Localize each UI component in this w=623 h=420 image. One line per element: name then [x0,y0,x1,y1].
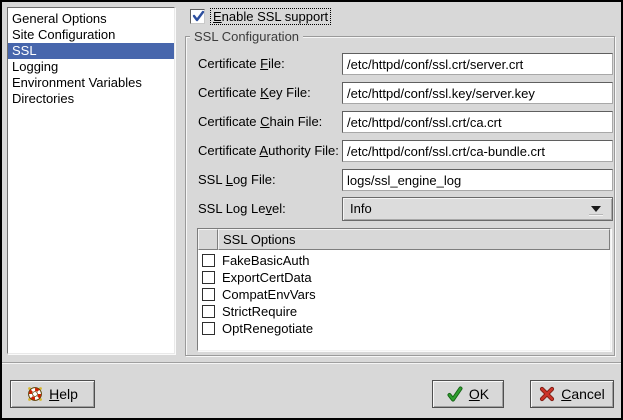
strictrequire-checkbox[interactable] [202,305,215,318]
sidebar-item-general-options[interactable]: General Options [8,11,174,27]
x-icon [539,386,555,402]
enable-ssl-row: Enable SSL support [190,8,331,25]
ssl-log-file-input[interactable] [342,169,613,191]
sidebar-item-ssl[interactable]: SSL [8,43,174,59]
sidebar-item-environment-variables[interactable]: Environment Variables [8,75,174,91]
enable-ssl-label[interactable]: Enable SSL support [210,8,331,25]
help-button-label: Help [49,386,78,402]
ssl-log-level-label: SSL Log Level: [198,201,286,217]
bottom-separator [2,362,621,364]
fakebasicauth-checkbox[interactable] [202,254,215,267]
ssl-options-table: SSL Options FakeBasicAuth ExportCertData… [197,228,611,351]
certificate-file-label: Certificate File: [198,56,285,72]
table-row[interactable]: FakeBasicAuth [198,252,610,269]
certificate-file-input[interactable] [342,53,613,75]
certificate-key-file-label: Certificate Key File: [198,85,311,101]
enable-ssl-checkbox[interactable] [190,9,205,24]
table-body: FakeBasicAuth ExportCertData CompatEnvVa… [198,250,610,337]
table-row[interactable]: StrictRequire [198,303,610,320]
checkmark-icon [191,9,206,24]
table-row[interactable]: OptRenegotiate [198,320,610,337]
cancel-button[interactable]: Cancel [530,380,614,408]
sidebar-item-logging[interactable]: Logging [8,59,174,75]
optrenegotiate-checkbox[interactable] [202,322,215,335]
ssl-log-file-label: SSL Log File: [198,172,276,188]
frame-title: SSL Configuration [190,29,303,44]
ssl-options-column-header[interactable]: SSL Options [218,229,610,250]
help-button[interactable]: Help [10,380,95,408]
certificate-authority-file-label: Certificate Authority File: [198,143,339,159]
sidebar-item-directories[interactable]: Directories [8,91,174,107]
ssl-log-level-dropdown[interactable]: Info [342,197,613,221]
dropdown-indicator-bar [589,214,603,216]
checkbox-column-header[interactable] [198,229,218,250]
certificate-chain-file-input[interactable] [342,111,613,133]
certificate-authority-file-input[interactable] [342,140,613,162]
ok-button[interactable]: OK [432,380,504,408]
cancel-button-label: Cancel [561,386,605,402]
certificate-chain-file-label: Certificate Chain File: [198,114,322,130]
lifebuoy-icon [27,386,43,402]
table-row[interactable]: CompatEnvVars [198,286,610,303]
table-row[interactable]: ExportCertData [198,269,610,286]
sidebar-item-site-configuration[interactable]: Site Configuration [8,27,174,43]
httpd-config-dialog: General Options Site Configuration SSL L… [0,0,623,420]
exportcertdata-checkbox[interactable] [202,271,215,284]
ssl-log-level-value: Info [350,201,372,216]
ssl-configuration-frame: SSL Configuration Certificate File: Cert… [185,36,615,356]
certificate-key-file-input[interactable] [342,82,613,104]
ok-button-label: OK [469,386,489,402]
check-icon [447,386,463,402]
table-header: SSL Options [198,229,610,250]
chevron-down-icon [591,206,601,212]
compatenvvars-checkbox[interactable] [202,288,215,301]
category-list: General Options Site Configuration SSL L… [7,7,175,354]
